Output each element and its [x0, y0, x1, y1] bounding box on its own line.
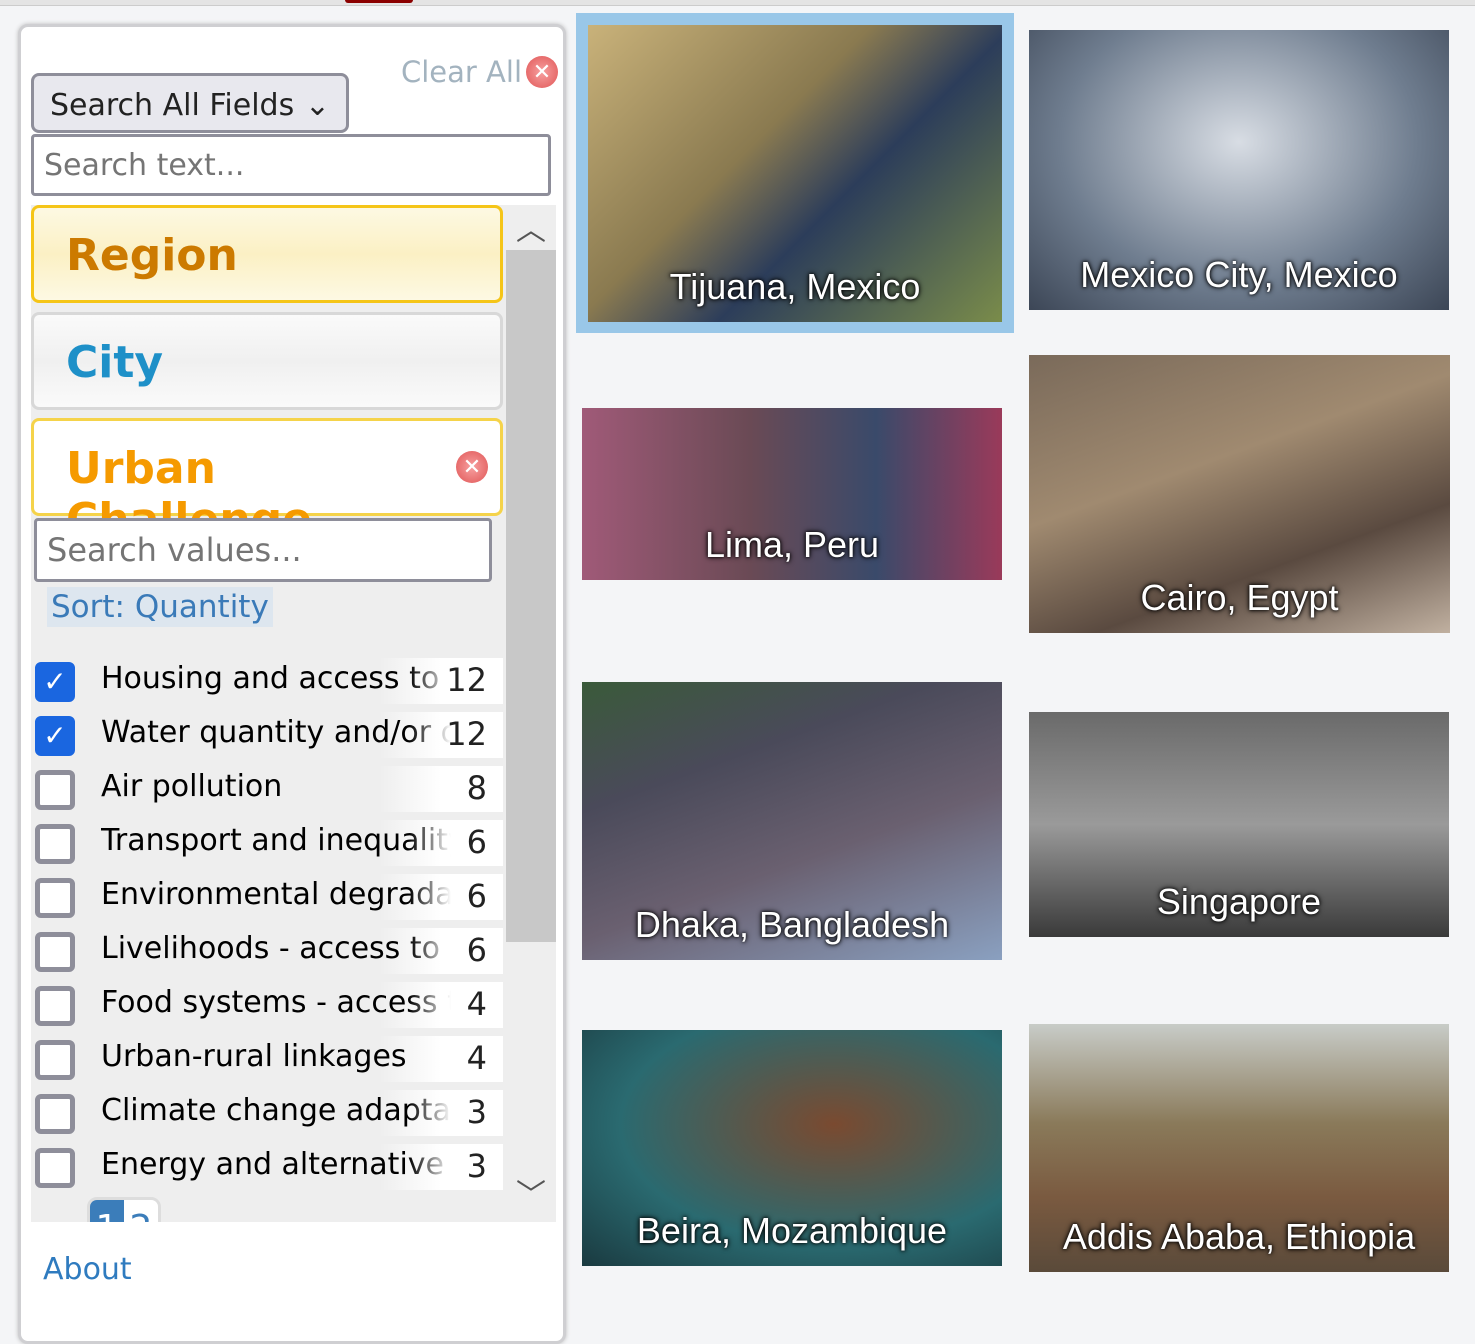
list-item[interactable]: Transport and inequality in 6	[31, 820, 503, 867]
item-count: 6	[466, 823, 487, 861]
facet-list: Region City Urban Challenge✕ Sort: Quant…	[31, 205, 556, 1222]
city-tile[interactable]: Addis Ababa, Ethiopia	[1029, 1024, 1449, 1272]
facet-urban-challenge[interactable]: Urban Challenge✕	[31, 418, 503, 545]
item-label: Urban-rural linkages	[101, 1039, 407, 1074]
facet-region[interactable]: Region	[31, 205, 503, 303]
field-select[interactable]: Search All Fields ⌄	[31, 73, 349, 133]
chevron-up-icon[interactable]: ︿	[516, 205, 546, 249]
list-item[interactable]: Livelihoods - access to stable 6	[31, 928, 503, 975]
list-item[interactable]: ✓ Water quantity and/or quality12	[31, 712, 503, 759]
tile-caption: Dhaka, Bangladesh	[634, 904, 950, 945]
item-label: Transport and inequality in	[101, 823, 451, 858]
checkbox[interactable]	[35, 932, 75, 972]
tile-caption: Mexico City, Mexico	[1080, 254, 1398, 295]
item-label: Food systems - access to	[101, 985, 451, 1020]
checkbox[interactable]: ✓	[35, 716, 75, 756]
list-item[interactable]: Food systems - access to 4	[31, 982, 503, 1029]
item-label: Environmental degradation	[101, 877, 451, 912]
search-values-input[interactable]	[34, 518, 492, 582]
item-label: Water quantity and/or quality	[101, 715, 451, 750]
city-tile[interactable]: Lima, Peru	[582, 408, 1002, 580]
item-label: Climate change adaptation	[101, 1093, 451, 1128]
field-select-value: Search All Fields	[50, 88, 295, 123]
item-label: Energy and alternative energy	[101, 1147, 451, 1182]
pagination: 1 2	[87, 1197, 161, 1222]
city-tile[interactable]: Beira, Mozambique	[582, 1030, 1002, 1266]
tile-caption: Singapore	[1156, 881, 1322, 922]
search-input[interactable]	[31, 134, 551, 196]
close-icon: ✕	[526, 56, 559, 88]
city-tile[interactable]: Dhaka, Bangladesh	[582, 682, 1002, 960]
city-tile[interactable]: Tijuana, Mexico	[588, 25, 1002, 322]
checkbox[interactable]	[35, 1094, 75, 1134]
chevron-down-icon[interactable]: ﹀	[516, 1170, 546, 1214]
city-tile[interactable]: Singapore	[1029, 712, 1449, 937]
list-item[interactable]: Air pollution 8	[31, 766, 503, 813]
city-tile[interactable]: Cairo, Egypt	[1029, 355, 1450, 633]
checkbox[interactable]	[35, 1040, 75, 1080]
item-count: 12	[446, 661, 487, 699]
tile-caption: Lima, Peru	[704, 524, 880, 565]
page-2[interactable]: 2	[124, 1200, 158, 1222]
item-label: Air pollution	[101, 769, 283, 804]
tile-caption: Addis Ababa, Ethiopia	[1062, 1216, 1416, 1257]
item-count: 4	[466, 985, 487, 1023]
checkbox[interactable]	[35, 986, 75, 1026]
page-1[interactable]: 1	[90, 1200, 124, 1222]
item-count: 4	[466, 1039, 487, 1077]
browser-top-bar	[0, 0, 1475, 6]
about-link[interactable]: About	[43, 1252, 132, 1287]
item-count: 12	[446, 715, 487, 753]
city-tile[interactable]: Mexico City, Mexico	[1029, 30, 1449, 310]
checkbox[interactable]	[35, 824, 75, 864]
filter-panel: Clear All✕ Search All Fields⌄ Region Cit…	[18, 24, 566, 1344]
item-label: Housing and access to safe	[101, 661, 451, 696]
item-count: 3	[466, 1147, 487, 1185]
item-count: 6	[466, 931, 487, 969]
list-item[interactable]: Urban-rural linkages 4	[31, 1036, 503, 1083]
item-count: 6	[466, 877, 487, 915]
top-tab-indicator	[345, 0, 413, 3]
tile-caption: Beira, Mozambique	[636, 1210, 948, 1251]
checkbox[interactable]	[35, 770, 75, 810]
tile-caption: Tijuana, Mexico	[669, 266, 921, 307]
list-item[interactable]: Environmental degradation 6	[31, 874, 503, 921]
item-count: 3	[466, 1093, 487, 1131]
checkbox[interactable]	[35, 878, 75, 918]
list-item[interactable]: ✓ Housing and access to safe12	[31, 658, 503, 705]
clear-all-button[interactable]: Clear All ✕	[401, 55, 559, 89]
tile-caption: Cairo, Egypt	[1140, 577, 1339, 618]
facet-city[interactable]: City	[31, 312, 503, 410]
checkbox[interactable]	[35, 1148, 75, 1188]
scrollbar-thumb[interactable]	[506, 250, 556, 942]
list-item[interactable]: Energy and alternative energy 3	[31, 1144, 503, 1191]
clear-all-label: Clear All	[401, 55, 523, 89]
item-label: Livelihoods - access to stable	[101, 931, 451, 966]
chevron-down-icon: ⌄	[304, 88, 330, 123]
sort-button[interactable]: Sort: Quantity	[47, 587, 273, 627]
scrollbar[interactable]: ︿ ﹀	[506, 205, 556, 1222]
checkbox[interactable]: ✓	[35, 662, 75, 702]
list-item[interactable]: Climate change adaptation 3	[31, 1090, 503, 1137]
item-count: 8	[466, 769, 487, 807]
clear-facet-icon[interactable]: ✕	[456, 451, 488, 483]
